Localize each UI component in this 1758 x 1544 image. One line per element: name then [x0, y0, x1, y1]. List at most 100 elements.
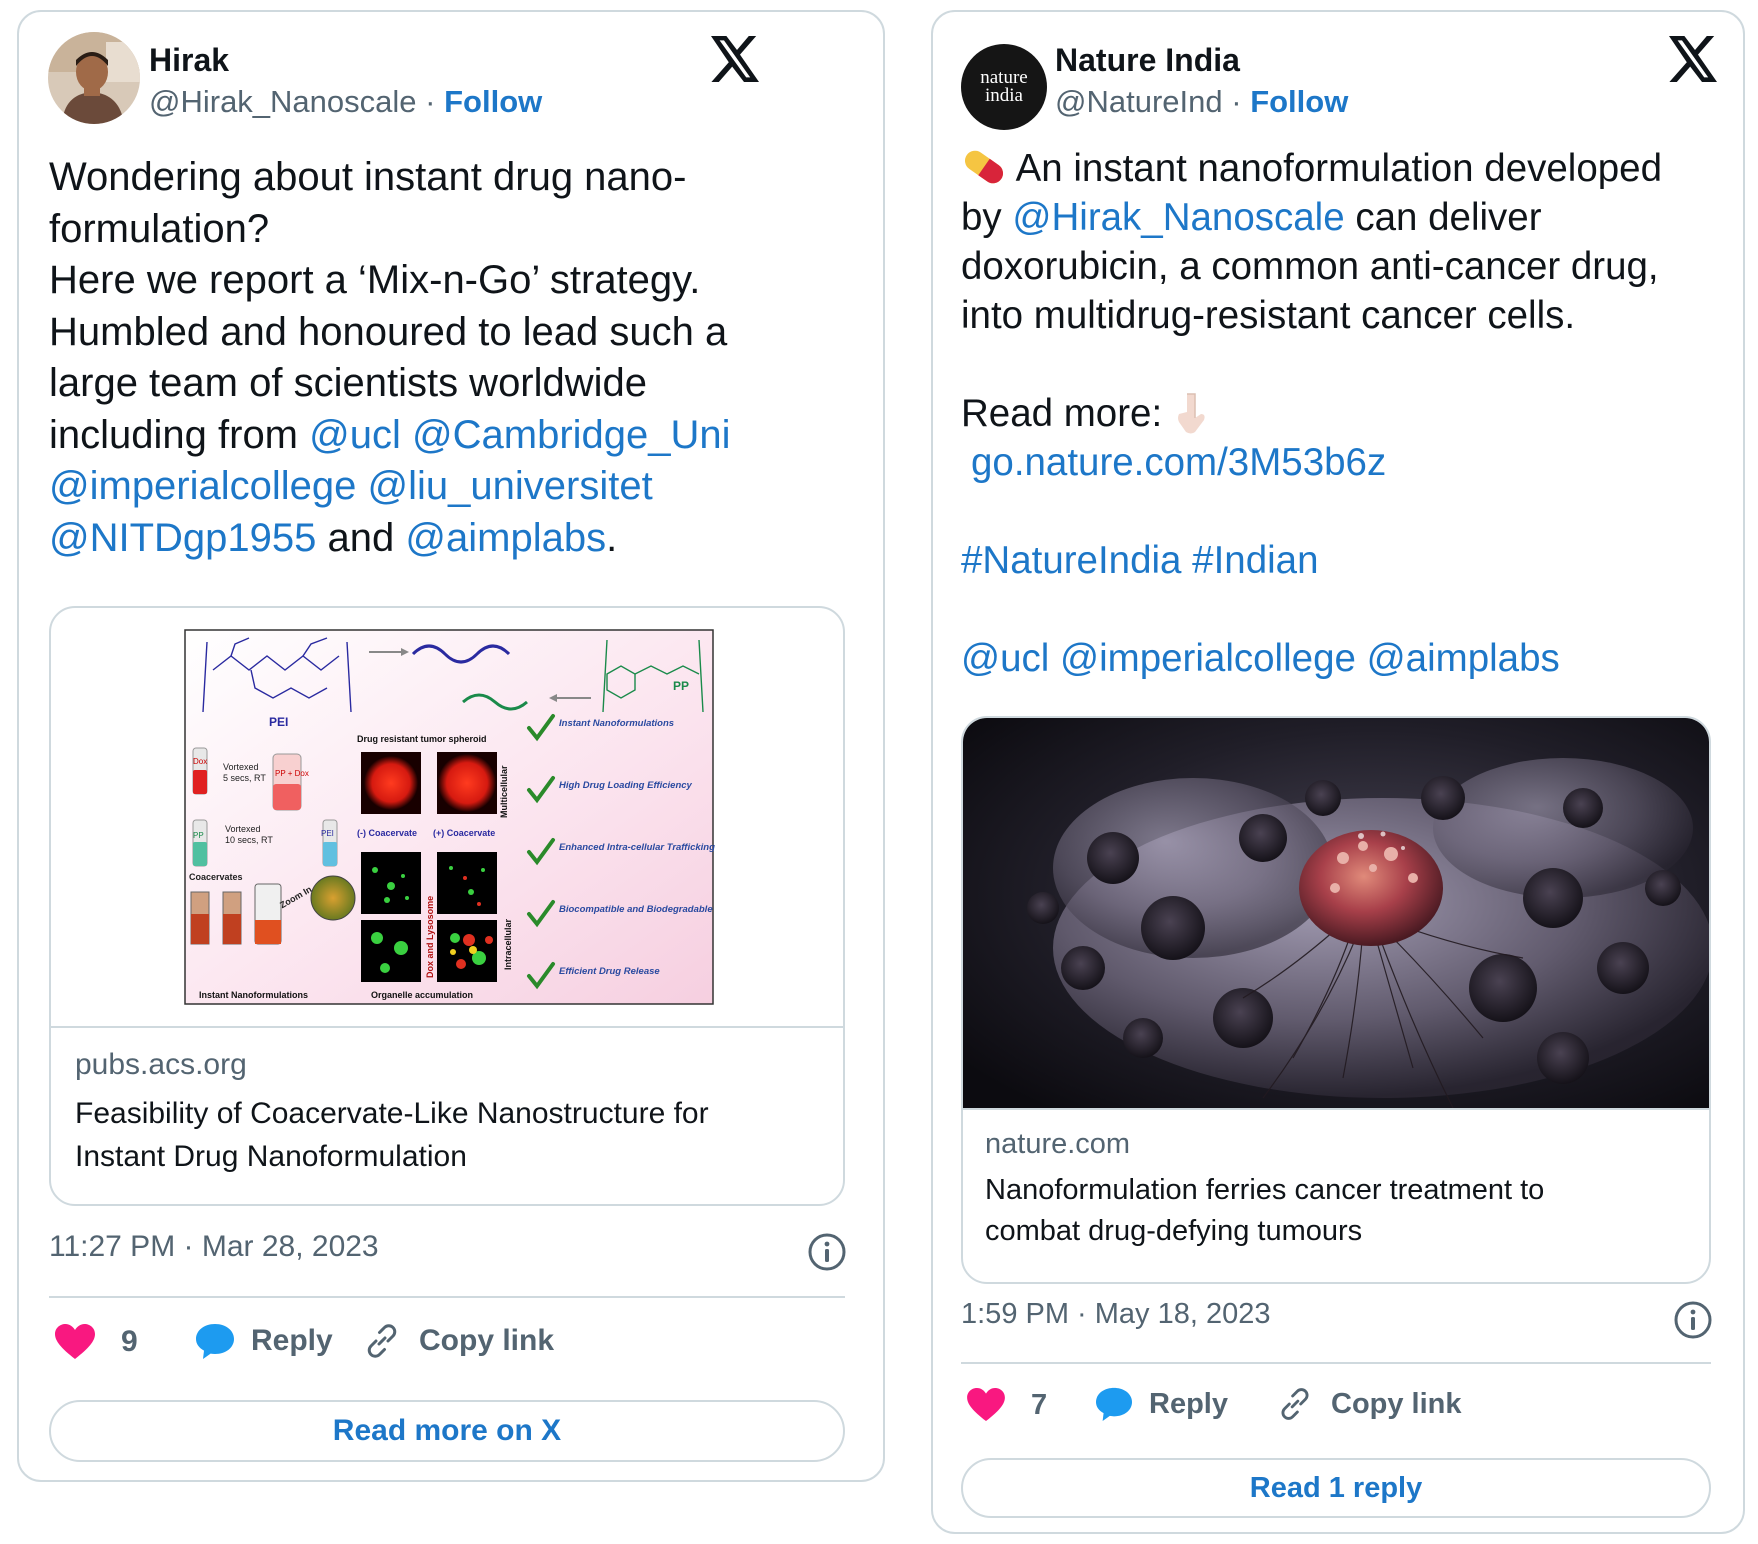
tweet-text-line: Read more:: [961, 389, 1731, 438]
reply-bubble-icon: [196, 1324, 234, 1359]
mention-nitdgp[interactable]: @NITDgp1955: [49, 516, 316, 560]
author-name[interactable]: Nature India: [1055, 42, 1240, 79]
tweet-text-line: go.nature.com/3M53b6z: [961, 438, 1731, 487]
heart-icon: [967, 1388, 1005, 1422]
mention-ucl[interactable]: @ucl: [961, 637, 1049, 680]
hashtag-indian[interactable]: #Indian: [1192, 539, 1318, 582]
tweet-text-line: large team of scientists worldwide: [49, 361, 648, 405]
instant-label: Instant Nanoformulations: [199, 990, 308, 1000]
text-can-deliver: can deliver: [1355, 196, 1542, 239]
pos-coacervate-label: (+) Coacervate: [433, 828, 495, 838]
mention-imperial[interactable]: @imperialcollege: [1060, 637, 1356, 680]
copy-link-button[interactable]: Copy link: [363, 1322, 554, 1360]
embed-domain: pubs.acs.org: [75, 1048, 247, 1081]
reply-button[interactable]: Reply: [1095, 1386, 1228, 1422]
avatar-nature-india[interactable]: nature india: [961, 44, 1047, 130]
like-button[interactable]: 9: [55, 1324, 138, 1360]
separator-dot: ·: [425, 84, 436, 119]
mention-cambridge[interactable]: @Cambridge_Uni: [412, 413, 731, 457]
embed-title-line: Nanoformulation ferries cancer treatment…: [985, 1174, 1545, 1206]
tweet-text-line: Humbled and honoured to lead such a: [49, 309, 728, 354]
author-handle[interactable]: @NatureInd: [1055, 84, 1223, 119]
handle-line: @Hirak_Nanoscale · Follow: [149, 84, 542, 120]
embed-divider: [963, 1108, 1709, 1110]
follow-button[interactable]: Follow: [444, 84, 542, 119]
author-handle[interactable]: @Hirak_Nanoscale: [149, 84, 417, 119]
article-link[interactable]: go.nature.com/3M53b6z: [971, 441, 1386, 484]
separator-dot: ·: [1231, 84, 1242, 119]
divider: [49, 1296, 845, 1298]
tweet-timestamp[interactable]: 1:59 PM · May 18, 2023: [961, 1298, 1271, 1331]
pei-label: PEI: [269, 715, 288, 729]
reply-button[interactable]: Reply: [195, 1322, 333, 1360]
tweet-text-line: doxorubicin, a common anti-cancer drug,: [961, 245, 1659, 288]
embed-title-line: Feasibility of Coacervate-Like Nanostruc…: [75, 1097, 709, 1130]
mention-aimplabs[interactable]: @aimplabs: [1367, 637, 1560, 680]
tweet-text-line: An instant nanoformulation developed: [961, 144, 1731, 193]
benefit-item: Biocompatible and Biodegradable: [559, 904, 713, 915]
read-more-on-x-button[interactable]: Read more on X: [49, 1400, 845, 1462]
copy-link-label: Copy link: [1331, 1387, 1462, 1420]
vortex2-label: Vortexed: [225, 824, 261, 834]
tweet-text-line: @ucl @imperialcollege @aimplabs: [961, 634, 1731, 683]
benefit-item: Instant Nanoformulations: [559, 718, 674, 729]
tweet-line-1: An instant nanoformulation developed: [1015, 147, 1662, 190]
embed-title: Nanoformulation ferries cancer treatment…: [985, 1170, 1705, 1252]
mention-hirak[interactable]: @Hirak_Nanoscale: [1012, 196, 1344, 239]
info-icon[interactable]: [807, 1232, 847, 1272]
vortex1-time: 5 secs, RT: [223, 773, 266, 783]
pp-label: PP: [673, 679, 689, 693]
link-preview-card[interactable]: PEI PP Vortexed 5 secs, RT Dox PP + Dox …: [49, 606, 845, 1206]
x-logo-icon[interactable]: [711, 36, 759, 82]
info-icon[interactable]: [1673, 1300, 1713, 1340]
tweet-text-line: including from @ucl @Cambridge_Uni: [49, 410, 849, 462]
x-logo-icon[interactable]: [1669, 36, 1717, 82]
embed-domain: nature.com: [985, 1128, 1131, 1160]
dox-lysosome-label: Dox and Lysosome: [425, 896, 435, 978]
pill-emoji-icon: [964, 150, 1004, 184]
tweet-text-line: by @Hirak_Nanoscale can deliver: [961, 193, 1731, 242]
organelle-label: Organelle accumulation: [371, 990, 473, 1000]
embed-title: Feasibility of Coacervate-Like Nanostruc…: [75, 1092, 835, 1178]
author-name[interactable]: Hirak: [149, 42, 229, 79]
dox-vial-label: Dox: [193, 757, 207, 766]
like-count: 7: [1031, 1388, 1048, 1421]
tweet-timestamp[interactable]: 11:27 PM · Mar 28, 2023: [49, 1230, 379, 1264]
copy-link-button[interactable]: Copy link: [1277, 1386, 1462, 1422]
pei-vial-label: PEI: [321, 829, 334, 838]
hashtag-natureindia[interactable]: #NatureIndia: [961, 539, 1181, 582]
coacervates-label: Coacervates: [189, 872, 243, 882]
tweet-text: Wondering about instant drug nano- formu…: [49, 152, 849, 564]
vortex2-time: 10 secs, RT: [225, 835, 273, 845]
mention-liu[interactable]: @liu_universitet: [368, 464, 653, 508]
heart-icon: [55, 1324, 95, 1359]
vortex1-label: Vortexed: [223, 762, 259, 772]
divider: [961, 1362, 1711, 1364]
like-button[interactable]: 7: [967, 1388, 1047, 1422]
mention-ucl[interactable]: @ucl: [309, 413, 401, 457]
mention-imperial[interactable]: @imperialcollege: [49, 464, 356, 508]
text-by: by: [961, 196, 1002, 239]
link-preview-card[interactable]: nature.com Nanoformulation ferries cance…: [961, 716, 1711, 1284]
handle-line: @NatureInd · Follow: [1055, 84, 1348, 120]
abstract-figure: PEI PP Vortexed 5 secs, RT Dox PP + Dox …: [184, 629, 715, 1005]
cancer-cell-image: [963, 718, 1709, 1110]
follow-button[interactable]: Follow: [1250, 84, 1348, 119]
benefit-item: High Drug Loading Efficiency: [559, 780, 693, 791]
embed-title-line: combat drug-defying tumours: [985, 1215, 1363, 1247]
avatar-hirak[interactable]: [48, 32, 140, 124]
pp-dox-vial-label: PP + Dox: [275, 769, 309, 778]
embed-divider: [51, 1026, 843, 1028]
text-period: .: [606, 515, 618, 560]
mention-aimplabs[interactable]: @aimplabs: [405, 516, 606, 560]
tweet-text-line: @imperialcollege @liu_universitet: [49, 461, 849, 513]
link-chain-icon: [367, 1324, 397, 1358]
multicellular-label: Multicellular: [499, 765, 509, 818]
tweet-card-nature-india: nature india Nature India @NatureInd · F…: [931, 10, 1745, 1534]
tweet-text-line: #NatureIndia #Indian: [961, 536, 1731, 585]
tweet-text: An instant nanoformulation developed by …: [961, 144, 1731, 683]
tweet-text-line: Here we report a ‘Mix-n-Go’ strategy.: [49, 258, 701, 302]
read-reply-button[interactable]: Read 1 reply: [961, 1458, 1711, 1518]
